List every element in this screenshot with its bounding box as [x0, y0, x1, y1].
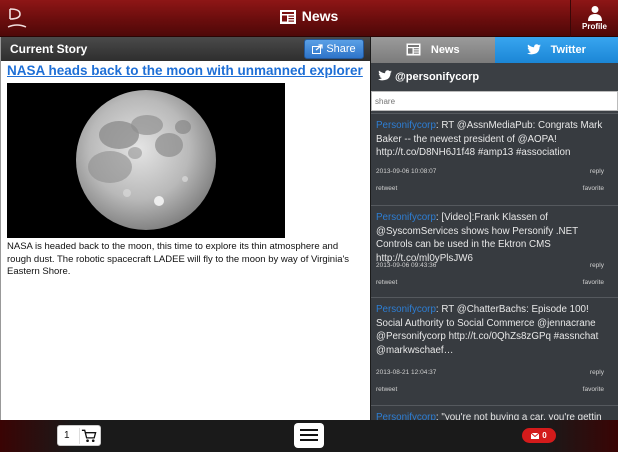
twitter-handle[interactable]: @personifycorp [395, 71, 479, 83]
hamburger-icon [300, 429, 318, 431]
menu-button[interactable] [294, 423, 324, 448]
tweet-body: : "you're not buying a car, you're getti… [435, 412, 602, 420]
hamburger-icon [300, 434, 318, 436]
moon-image [7, 83, 285, 238]
page-title-text: News [301, 8, 339, 24]
twitter-bird-icon [526, 44, 541, 55]
tweet-text: Personifycorp: RT @AssnMediaPub: Congrat… [376, 119, 613, 160]
retweet-link[interactable]: retweet [376, 185, 397, 192]
top-bar: News Profile [0, 0, 618, 37]
tweet-date: 2013-09-06 10:08:07 [376, 168, 437, 175]
story-title-link[interactable]: NASA heads back to the moon with unmanne… [7, 63, 364, 78]
favorite-link[interactable]: favorite [583, 386, 604, 393]
reply-link[interactable]: reply [590, 168, 604, 175]
tweet-text: Personifycorp: RT @ChatterBachs: Episode… [376, 303, 613, 357]
reply-link[interactable]: reply [590, 369, 604, 376]
profile-label: Profile [582, 22, 607, 31]
retweet-link[interactable]: retweet [376, 279, 397, 286]
tab-twitter-label: Twitter [550, 44, 586, 56]
profile-button[interactable]: Profile [570, 0, 618, 37]
share-button[interactable]: Share [304, 39, 364, 59]
social-panel: News Twitter @personifycorp Personifycor… [371, 37, 618, 420]
cart-button[interactable]: 1 [57, 425, 101, 446]
twitter-handle-row: @personifycorp [371, 63, 618, 91]
tab-news-label: News [430, 44, 460, 56]
newspaper-icon [279, 10, 296, 24]
cart-count: 1 [64, 430, 70, 441]
tweet-date: 2013-09-06 09:43:36 [376, 262, 437, 269]
tweet-author[interactable]: Personifycorp [376, 412, 436, 420]
story-body: NASA is headed back to the moon, this ti… [7, 241, 350, 277]
tweet-item[interactable]: Personifycorp: RT @AssnMediaPub: Congrat… [371, 113, 618, 205]
share-input[interactable] [371, 91, 618, 111]
tweet-text: Personifycorp: "you're not buying a car,… [376, 411, 613, 420]
page-title: News [0, 8, 618, 24]
user-icon [587, 6, 602, 21]
notifications-badge[interactable]: 0 [522, 428, 556, 443]
favorite-link[interactable]: favorite [583, 185, 604, 192]
tweet-text: Personifycorp: [Video]:Frank Klassen of … [376, 211, 613, 265]
section-label: Current Story [10, 42, 88, 56]
tab-twitter[interactable]: Twitter [494, 37, 618, 63]
tweet-author[interactable]: Personifycorp [376, 120, 436, 131]
retweet-link[interactable]: retweet [376, 386, 397, 393]
share-icon [312, 44, 323, 54]
tweet-item[interactable]: Personifycorp: "you're not buying a car,… [371, 405, 618, 420]
tweet-date: 2013-08-21 12:04:37 [376, 369, 437, 376]
social-tabs: News Twitter [371, 37, 618, 63]
story-header: Current Story Share [1, 37, 370, 61]
current-story-panel: Current Story Share NASA heads back to t… [0, 37, 370, 420]
newspaper-icon [406, 43, 421, 56]
shopping-cart-icon [79, 428, 97, 444]
hamburger-icon [300, 439, 318, 441]
bottom-bar: 1 0 [0, 420, 618, 452]
reply-link[interactable]: reply [590, 262, 604, 269]
twitter-bird-icon [378, 70, 392, 81]
notification-count: 0 [542, 431, 547, 440]
tab-news[interactable]: News [371, 37, 495, 63]
envelope-icon [530, 432, 540, 439]
favorite-link[interactable]: favorite [583, 279, 604, 286]
tweet-item[interactable]: Personifycorp: [Video]:Frank Klassen of … [371, 205, 618, 297]
share-label: Share [326, 43, 356, 55]
tweet-author[interactable]: Personifycorp [376, 304, 436, 315]
tweet-item[interactable]: Personifycorp: RT @ChatterBachs: Episode… [371, 297, 618, 405]
tweet-author[interactable]: Personifycorp [376, 212, 436, 223]
